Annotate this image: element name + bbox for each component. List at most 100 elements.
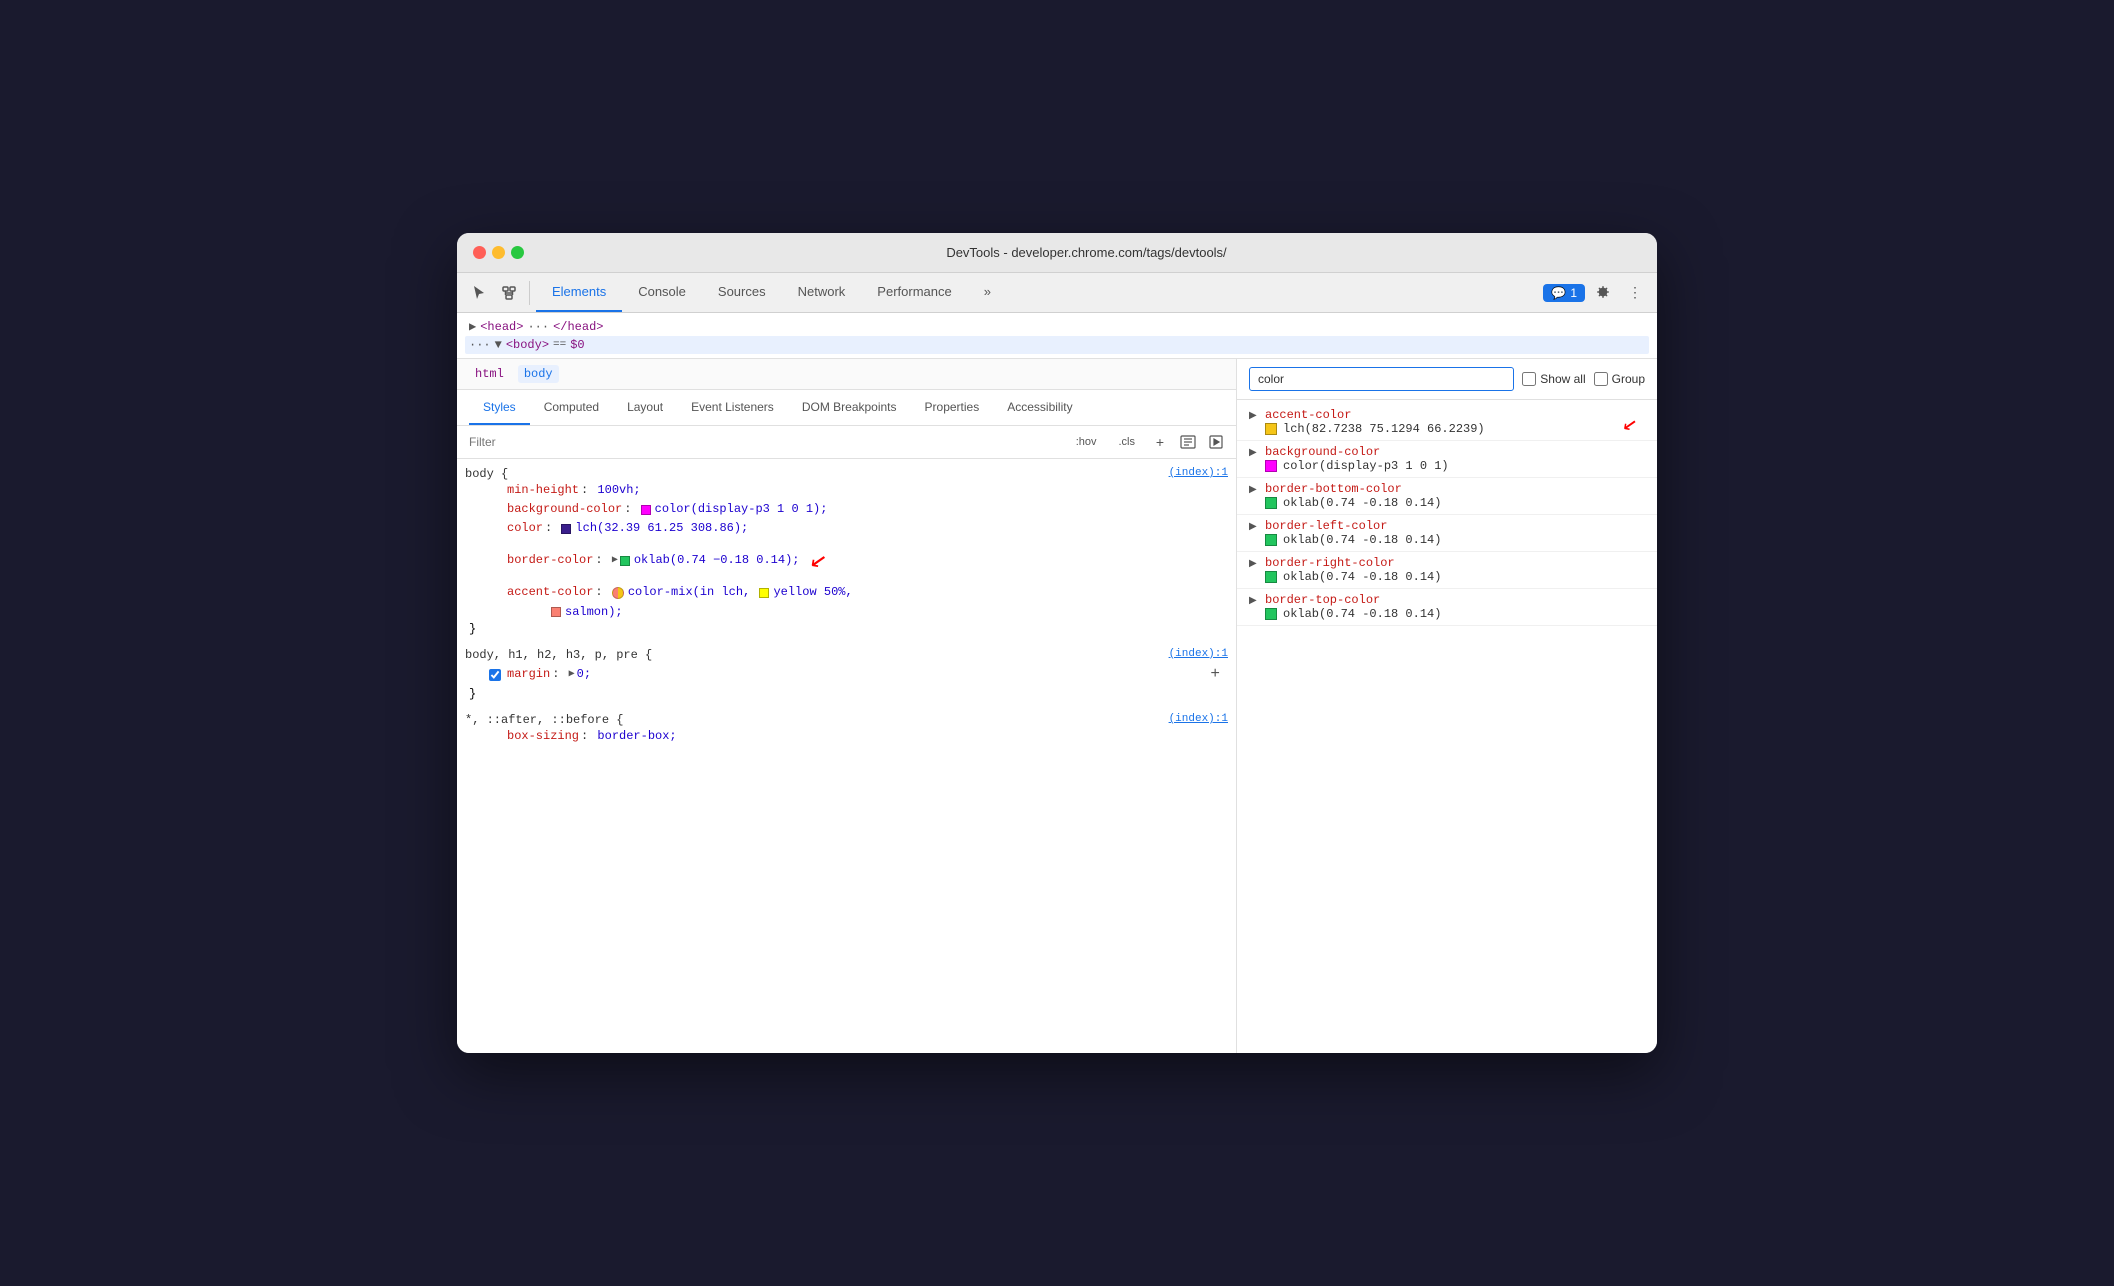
expand-arrow-border-bottom[interactable]: ▶ <box>1249 484 1261 495</box>
computed-item-border-top-header[interactable]: ▶ border-top-color <box>1249 593 1645 607</box>
computed-value-border-top: oklab(0.74 -0.18 0.14) <box>1249 607 1645 621</box>
swatch-color[interactable] <box>561 524 571 534</box>
tab-performance[interactable]: Performance <box>861 273 967 312</box>
margin-checkbox[interactable] <box>489 669 501 681</box>
show-all-checkbox[interactable] <box>1522 372 1536 386</box>
titlebar: DevTools - developer.chrome.com/tags/dev… <box>457 233 1657 273</box>
filter-input[interactable] <box>465 433 1063 451</box>
swatch-computed-border-left[interactable] <box>1265 534 1277 546</box>
hov-button[interactable]: :hov <box>1067 433 1106 451</box>
settings-icon[interactable] <box>1589 279 1617 307</box>
sub-tab-dom-breakpoints[interactable]: DOM Breakpoints <box>788 390 911 425</box>
cls-button[interactable]: .cls <box>1110 433 1145 451</box>
swatch-computed-border-bottom[interactable] <box>1265 497 1277 509</box>
css-prop-accent-color-2: salmon); <box>465 603 1228 622</box>
new-stylesheet-icon[interactable] <box>1176 430 1200 454</box>
devtools-container: Elements Console Sources Network Perform… <box>457 273 1657 1053</box>
computed-value-border-right: oklab(0.74 -0.18 0.14) <box>1249 570 1645 584</box>
computed-item-border-left-header[interactable]: ▶ border-left-color <box>1249 519 1645 533</box>
css-source-body[interactable]: (index):1 <box>1169 467 1228 479</box>
css-rule-body-headings: body, h1, h2, h3, p, pre { (index):1 mar… <box>465 648 1228 702</box>
tab-sources[interactable]: Sources <box>702 273 782 312</box>
window-title: DevTools - developer.chrome.com/tags/dev… <box>532 245 1641 260</box>
css-source-body-headings[interactable]: (index):1 <box>1169 648 1228 660</box>
computed-list: ▶ accent-color lch(82.7238 75.1294 66.22… <box>1237 400 1657 1053</box>
css-rule-body-header: body { (index):1 <box>465 467 1228 481</box>
swatch-computed-accent[interactable] <box>1265 423 1277 435</box>
tab-more[interactable]: » <box>968 273 1007 312</box>
swatch-computed-bg[interactable] <box>1265 460 1277 472</box>
expand-arrow-border-top[interactable]: ▶ <box>1249 595 1261 606</box>
sub-tab-event-listeners[interactable]: Event Listeners <box>677 390 788 425</box>
computed-value-border-bottom: oklab(0.74 -0.18 0.14) <box>1249 496 1645 510</box>
swatch-border-color[interactable] <box>620 556 630 566</box>
play-icon[interactable] <box>1204 430 1228 454</box>
swatch-computed-border-top[interactable] <box>1265 608 1277 620</box>
body-row[interactable]: ··· ▼ <body> == $0 <box>465 336 1649 354</box>
swatch-background-color[interactable] <box>641 505 651 515</box>
breadcrumb-body[interactable]: body <box>518 365 559 383</box>
dom-icon[interactable] <box>495 279 523 307</box>
css-prop-background-color: background-color : color(display-p3 1 0 … <box>465 500 1228 519</box>
breadcrumb-html[interactable]: html <box>469 365 510 383</box>
css-prop-min-height: min-height : 100vh; <box>465 481 1228 500</box>
sub-tab-computed[interactable]: Computed <box>530 390 613 425</box>
computed-header: Show all Group <box>1237 359 1657 400</box>
css-rule-universal-header: *, ::after, ::before { (index):1 <box>465 713 1228 727</box>
css-selector-body-headings: body, h1, h2, h3, p, pre { <box>465 648 652 662</box>
expand-arrow-border-left[interactable]: ▶ <box>1249 521 1261 532</box>
computed-item-border-bottom-header[interactable]: ▶ border-bottom-color <box>1249 482 1645 496</box>
main-toolbar: Elements Console Sources Network Perform… <box>457 273 1657 313</box>
sub-tab-styles[interactable]: Styles <box>469 390 530 425</box>
swatch-computed-border-right[interactable] <box>1265 571 1277 583</box>
expand-arrow-bg[interactable]: ▶ <box>1249 447 1261 458</box>
add-style-icon[interactable]: + <box>1148 430 1172 454</box>
expand-arrow-border-right[interactable]: ▶ <box>1249 558 1261 569</box>
computed-item-border-right-header[interactable]: ▶ border-right-color <box>1249 556 1645 570</box>
swatch-accent-color[interactable] <box>612 587 624 599</box>
cursor-icon[interactable] <box>465 279 493 307</box>
maximize-button[interactable] <box>511 246 524 259</box>
computed-item-border-top-color: ▶ border-top-color oklab(0.74 -0.18 0.14… <box>1237 589 1657 626</box>
css-rule-body: body { (index):1 min-height : 100vh; <box>465 467 1228 636</box>
show-all-label[interactable]: Show all <box>1522 372 1585 386</box>
expand-arrow-accent[interactable]: ▶ <box>1249 410 1261 421</box>
more-options-icon[interactable]: ⋮ <box>1621 279 1649 307</box>
computed-item-background-color: ▶ background-color color(display-p3 1 0 … <box>1237 441 1657 478</box>
css-prop-border-color: border-color : ▶ oklab(0.74 −0.18 0.14);… <box>465 539 1228 584</box>
css-prop-margin: margin : ▶ 0; + <box>465 662 1228 688</box>
sub-tab-layout[interactable]: Layout <box>613 390 677 425</box>
tab-network[interactable]: Network <box>782 273 862 312</box>
computed-value-background-color: color(display-p3 1 0 1) <box>1249 459 1645 473</box>
css-source-universal[interactable]: (index):1 <box>1169 713 1228 725</box>
group-checkbox[interactable] <box>1594 372 1608 386</box>
margin-triangle[interactable]: ▶ <box>569 667 575 683</box>
computed-item-accent-color-header[interactable]: ▶ accent-color <box>1249 408 1645 422</box>
css-rule-universal: *, ::after, ::before { (index):1 box-siz… <box>465 713 1228 746</box>
devtools-window: DevTools - developer.chrome.com/tags/dev… <box>457 233 1657 1053</box>
swatch-yellow[interactable] <box>759 588 769 598</box>
close-button[interactable] <box>473 246 486 259</box>
sub-tab-properties[interactable]: Properties <box>911 390 994 425</box>
bottom-section: html body Styles Computed Layout <box>457 359 1657 1053</box>
group-label[interactable]: Group <box>1594 372 1645 386</box>
computed-search-input[interactable] <box>1249 367 1514 391</box>
toolbar-divider-1 <box>529 281 530 305</box>
toolbar-right: 💬 1 ⋮ <box>1543 279 1649 307</box>
css-prop-color: color : lch(32.39 61.25 308.86); <box>465 519 1228 538</box>
dom-panel: ▶ <head> ··· </head> ··· ▼ <body> == $0 <box>457 313 1657 359</box>
tab-console[interactable]: Console <box>622 273 702 312</box>
swatch-salmon[interactable] <box>551 607 561 617</box>
css-content: body { (index):1 min-height : 100vh; <box>457 459 1236 1053</box>
tab-elements[interactable]: Elements <box>536 273 622 312</box>
computed-item-background-color-header[interactable]: ▶ background-color <box>1249 445 1645 459</box>
computed-item-accent-color: ▶ accent-color lch(82.7238 75.1294 66.22… <box>1237 404 1657 441</box>
chat-badge[interactable]: 💬 1 <box>1543 284 1585 302</box>
add-property-icon[interactable]: + <box>1210 662 1228 688</box>
border-color-triangle[interactable]: ▶ <box>612 553 618 569</box>
minimize-button[interactable] <box>492 246 505 259</box>
head-row: ▶ <head> ··· </head> <box>465 317 1649 336</box>
computed-value-accent-color: lch(82.7238 75.1294 66.2239) ↙ <box>1249 422 1645 436</box>
computed-item-border-right-color: ▶ border-right-color oklab(0.74 -0.18 0.… <box>1237 552 1657 589</box>
sub-tab-accessibility[interactable]: Accessibility <box>993 390 1086 425</box>
